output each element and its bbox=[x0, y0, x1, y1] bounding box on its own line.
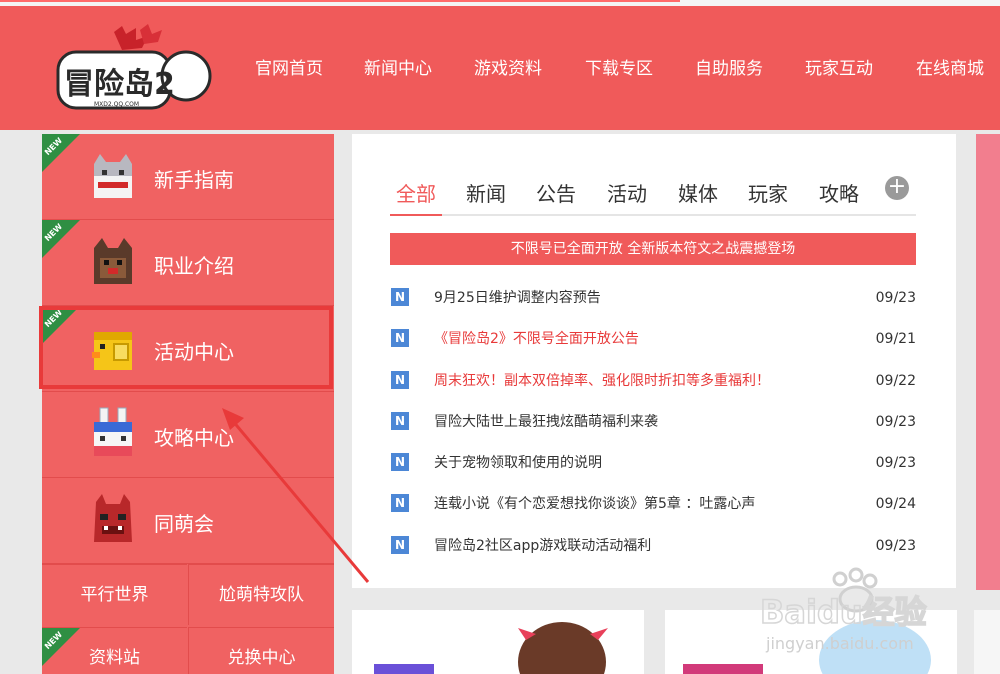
sidebar-grid-data-station[interactable]: NEW 资料站 bbox=[42, 627, 187, 674]
sidebar-item-class-intro[interactable]: NEW 职业介绍 bbox=[42, 220, 334, 306]
news-title: 冒险大陆世上最狂拽炫酷萌福利来袭 bbox=[434, 414, 658, 430]
news-n-icon: N bbox=[391, 329, 409, 347]
sidebar-grid-redeem-center[interactable]: 兑换中心 bbox=[188, 627, 334, 674]
news-tabs: 全部 新闻 公告 活动 媒体 玩家 攻略 bbox=[390, 174, 916, 216]
new-badge: NEW bbox=[42, 134, 86, 178]
yellow-chick-block-icon bbox=[92, 332, 132, 370]
headline-banner[interactable]: 不限号已全面开放 全新版本符文之战震撼登场 bbox=[390, 233, 916, 265]
sidebar-grid-parallel-world[interactable]: 平行世界 bbox=[42, 564, 187, 625]
tab-events[interactable]: 活动 bbox=[607, 178, 647, 207]
rabbit-block-icon bbox=[94, 407, 132, 456]
nav-self-service[interactable]: 自助服务 bbox=[695, 54, 763, 79]
nav-news-center[interactable]: 新闻中心 bbox=[364, 54, 432, 79]
sidebar-item-strategy-center[interactable]: 攻略中心 bbox=[42, 392, 334, 478]
sidebar-item-event-center[interactable]: NEW 活动中心 bbox=[42, 306, 334, 392]
cat-block-icon bbox=[94, 154, 132, 198]
nav-game-info[interactable]: 游戏资料 bbox=[474, 54, 542, 79]
news-title: 9月25日维护调整内容预告 bbox=[434, 290, 601, 306]
sidebar-item-beginner-guide[interactable]: NEW 新手指南 bbox=[42, 134, 334, 220]
news-n-icon: N bbox=[391, 494, 409, 512]
news-date: 09/21 bbox=[875, 331, 916, 347]
news-title: 周末狂欢！副本双倍掉率、强化限时折扣等多重福利！ bbox=[434, 373, 770, 389]
news-date: 09/23 bbox=[875, 414, 916, 430]
sidebar-grid-label: 资料站 bbox=[89, 648, 140, 668]
news-item[interactable]: N 冒险大陆世上最狂拽炫酷萌福利来袭 09/23 bbox=[390, 406, 916, 436]
site-header: 冒险岛2 MXD2.QQ.COM 官网首页 新闻中心 游戏资料 下载专区 自助服… bbox=[0, 6, 1000, 130]
sidebar: NEW 新手指南 NEW 职业介绍 NEW 活动中心 攻略中心 同萌会 平行世界… bbox=[42, 134, 334, 674]
news-date: 09/22 bbox=[875, 373, 916, 389]
game-logo-icon: 冒险岛2 MXD2.QQ.COM bbox=[56, 24, 212, 110]
nav-online-shop[interactable]: 在线商城 bbox=[916, 54, 984, 79]
news-item[interactable]: N 冒险岛2社区app游戏联动活动福利 09/23 bbox=[390, 530, 916, 560]
news-title: 冒险岛2社区app游戏联动活动福利 bbox=[434, 538, 652, 554]
news-n-icon: N bbox=[391, 536, 409, 554]
nav-player-interaction[interactable]: 玩家互动 bbox=[805, 54, 873, 79]
sidebar-item-fan-club[interactable]: 同萌会 bbox=[42, 478, 334, 564]
new-badge: NEW bbox=[42, 306, 86, 350]
tab-guides[interactable]: 攻略 bbox=[819, 178, 859, 207]
news-date: 09/23 bbox=[875, 538, 916, 554]
news-title: 连载小说《有个恋爱想找你谈谈》第5章 ：吐露心声 bbox=[434, 496, 756, 512]
baidu-watermark: Baidu经验 jingyan.baidu.com bbox=[759, 565, 1000, 665]
news-title: 《冒险岛2》不限号全面开放公告 bbox=[434, 331, 639, 347]
news-item[interactable]: N 《冒险岛2》不限号全面开放公告 09/21 bbox=[390, 323, 916, 353]
promo-card-left[interactable] bbox=[352, 610, 644, 674]
watermark-url: jingyan.baidu.com bbox=[765, 634, 914, 653]
game-logo[interactable]: 冒险岛2 MXD2.QQ.COM bbox=[52, 24, 212, 118]
anime-girl-illustration-icon bbox=[352, 610, 644, 674]
news-n-icon: N bbox=[391, 288, 409, 306]
news-title: 关于宠物领取和使用的说明 bbox=[434, 455, 602, 471]
sidebar-item-label: 活动中心 bbox=[154, 340, 234, 364]
active-tab-underline bbox=[390, 214, 442, 216]
red-monster-block-icon bbox=[94, 494, 132, 542]
tab-news[interactable]: 新闻 bbox=[466, 178, 506, 207]
tab-media[interactable]: 媒体 bbox=[678, 178, 718, 207]
sidebar-item-label: 新手指南 bbox=[154, 168, 234, 192]
baidu-paw-icon: Baidu经验 jingyan.baidu.com bbox=[759, 567, 927, 653]
more-plus-icon[interactable]: + bbox=[885, 176, 909, 200]
news-item[interactable]: N 周末狂欢！副本双倍掉率、强化限时折扣等多重福利！ 09/22 bbox=[390, 365, 916, 395]
logo-subtext: MXD2.QQ.COM bbox=[94, 101, 139, 108]
tab-players[interactable]: 玩家 bbox=[748, 178, 788, 207]
tab-all[interactable]: 全部 bbox=[396, 178, 436, 207]
news-n-icon: N bbox=[391, 453, 409, 471]
right-side-banner[interactable] bbox=[976, 134, 1000, 590]
news-item[interactable]: N 9月25日维护调整内容预告 09/23 bbox=[390, 282, 916, 312]
tab-announcements[interactable]: 公告 bbox=[536, 178, 576, 207]
news-item[interactable]: N 连载小说《有个恋爱想找你谈谈》第5章 ：吐露心声 09/24 bbox=[390, 488, 916, 518]
logo-text: 冒险岛2 bbox=[64, 67, 175, 102]
nav-home[interactable]: 官网首页 bbox=[255, 54, 323, 79]
sidebar-item-label: 职业介绍 bbox=[154, 254, 234, 278]
news-date: 09/24 bbox=[875, 496, 916, 512]
new-badge: NEW bbox=[42, 628, 86, 672]
news-date: 09/23 bbox=[875, 290, 916, 306]
watermark-brand: Baidu经验 bbox=[760, 593, 927, 631]
news-item[interactable]: N 关于宠物领取和使用的说明 09/23 bbox=[390, 447, 916, 477]
sidebar-grid-cute-squad[interactable]: 尬萌特攻队 bbox=[188, 564, 334, 625]
dog-block-icon bbox=[94, 238, 132, 284]
new-badge: NEW bbox=[42, 220, 86, 264]
nav-downloads[interactable]: 下载专区 bbox=[585, 54, 653, 79]
sidebar-item-label: 攻略中心 bbox=[154, 426, 234, 450]
news-date: 09/23 bbox=[875, 455, 916, 471]
news-n-icon: N bbox=[391, 412, 409, 430]
sidebar-item-label: 同萌会 bbox=[154, 512, 214, 536]
news-panel: 全部 新闻 公告 活动 媒体 玩家 攻略 + 不限号已全面开放 全新版本符文之战… bbox=[352, 134, 956, 588]
top-accent-line bbox=[0, 0, 680, 2]
news-n-icon: N bbox=[391, 371, 409, 389]
